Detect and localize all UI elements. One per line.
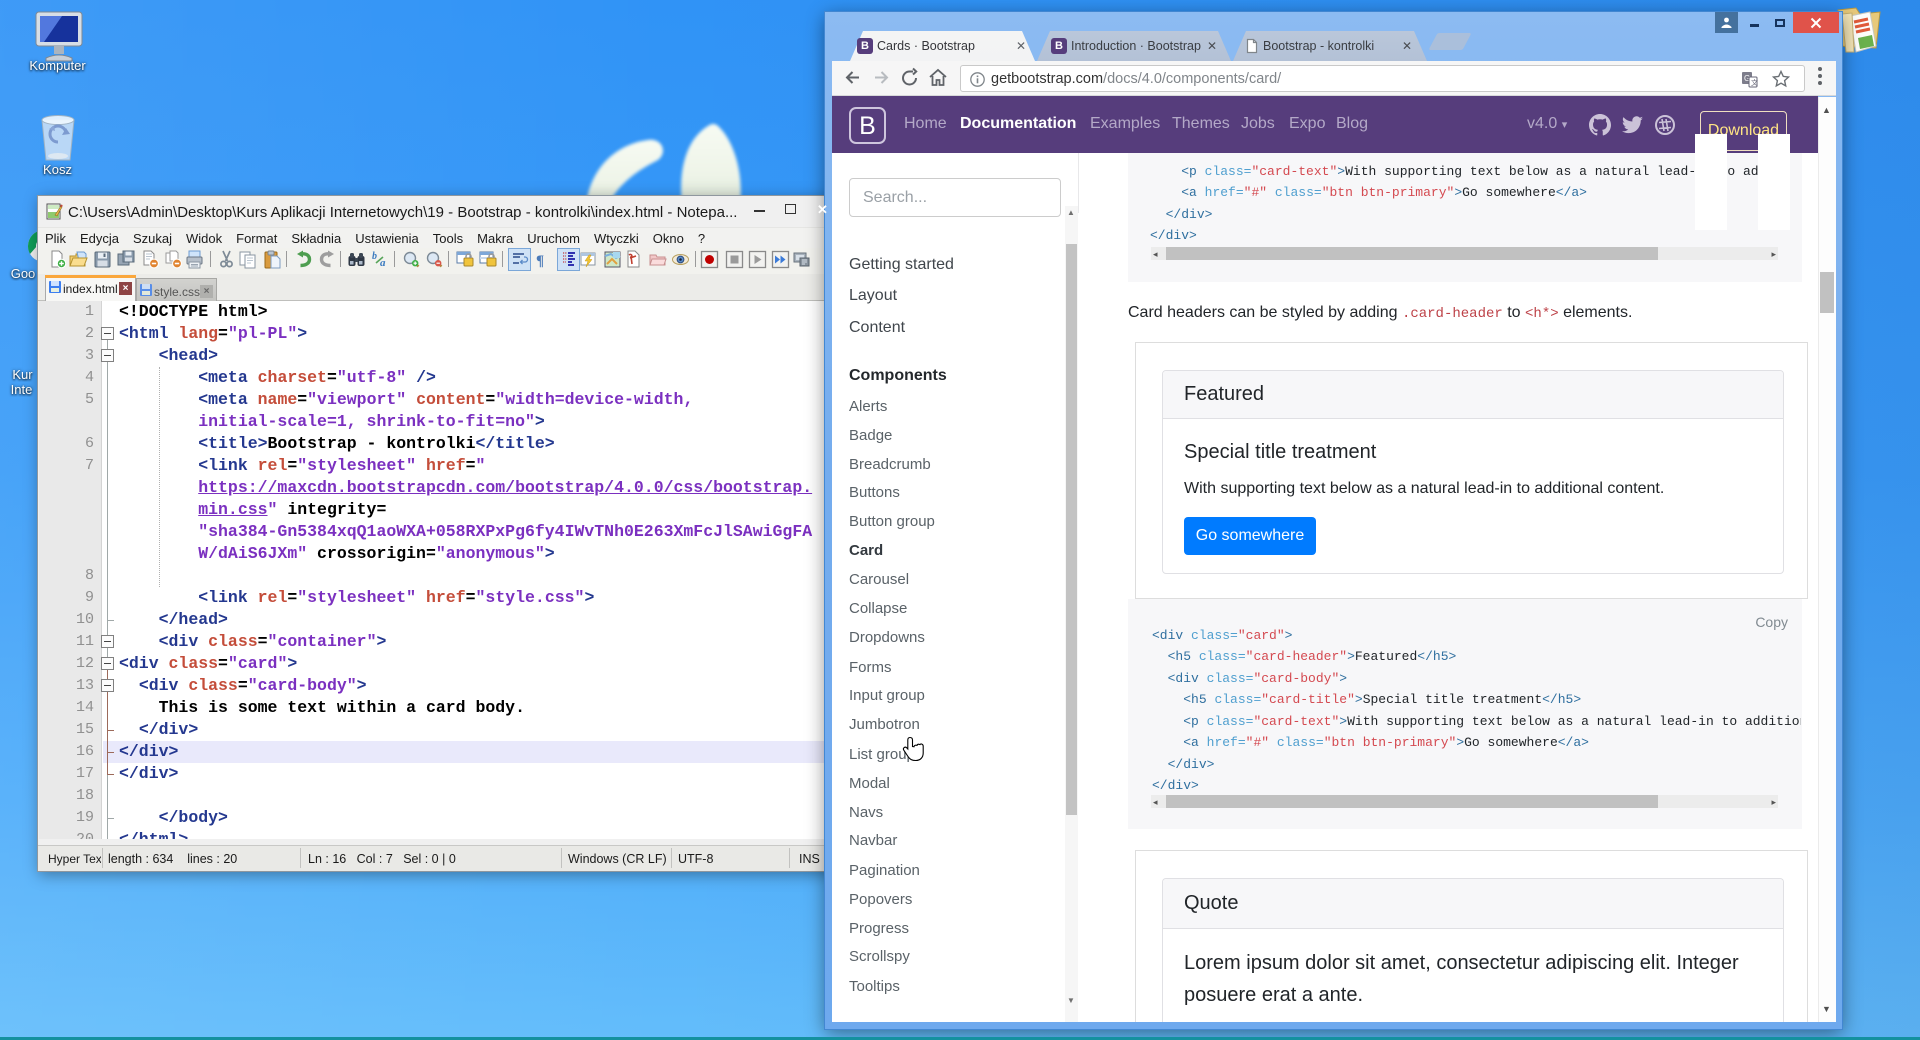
svg-text:b: b — [372, 251, 377, 262]
svg-text:¶: ¶ — [536, 253, 544, 269]
svg-text:文: 文 — [1751, 78, 1758, 87]
